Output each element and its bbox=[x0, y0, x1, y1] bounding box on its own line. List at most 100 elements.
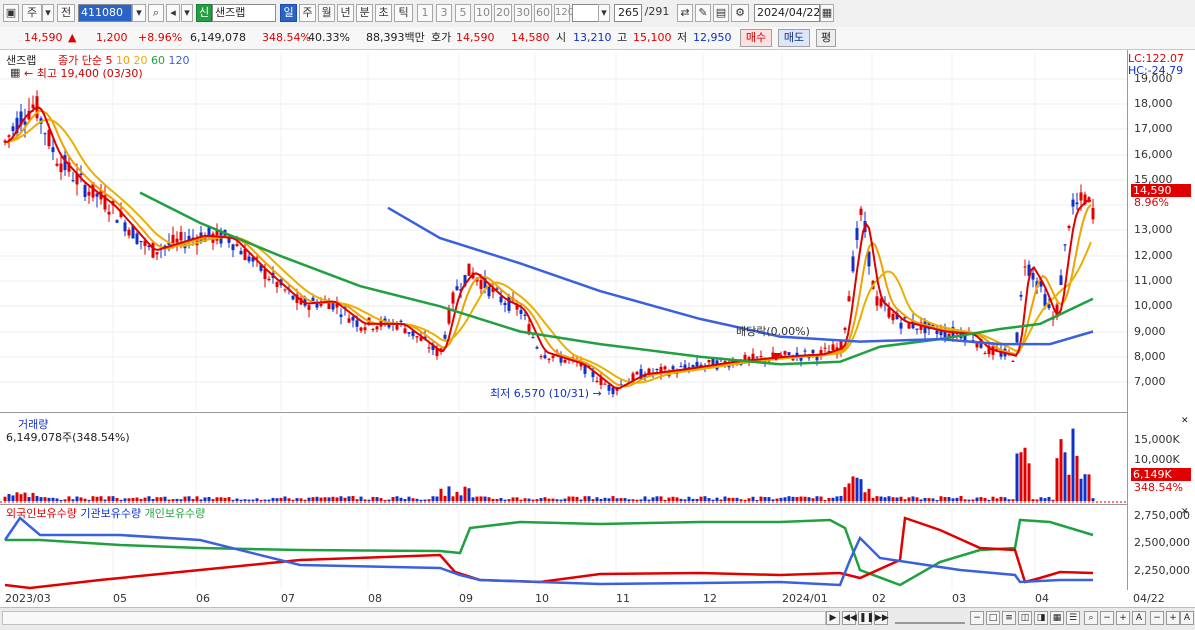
volume-bar bbox=[775, 498, 779, 501]
candle-body bbox=[347, 318, 351, 323]
minus-icon[interactable]: − bbox=[970, 611, 984, 625]
forward-icon[interactable]: ▶▶ bbox=[874, 611, 889, 625]
plus-icon[interactable]: + bbox=[1166, 611, 1180, 625]
volume-bar bbox=[223, 497, 227, 501]
volume-bar bbox=[823, 499, 827, 501]
candle-body bbox=[803, 350, 807, 352]
volume-bar bbox=[839, 495, 843, 501]
candle-body bbox=[247, 256, 251, 262]
volume-bar bbox=[39, 497, 43, 501]
volume-bar bbox=[851, 476, 855, 501]
text-icon[interactable]: A bbox=[1180, 611, 1194, 625]
box-icon[interactable]: □ bbox=[986, 611, 1000, 625]
grid-icon[interactable]: ▦ bbox=[1050, 611, 1064, 625]
lines-icon[interactable]: ≡ bbox=[1002, 611, 1016, 625]
volume-bar bbox=[691, 498, 695, 501]
volume-bar bbox=[259, 499, 263, 501]
volume-bar bbox=[923, 497, 927, 501]
volume-bar bbox=[499, 497, 503, 501]
candle-body bbox=[1031, 272, 1035, 280]
candle-body bbox=[179, 231, 183, 241]
x-tick: 04/22 bbox=[1133, 592, 1165, 605]
candle-body bbox=[291, 295, 295, 300]
volume-bar bbox=[739, 499, 743, 501]
volume-bar bbox=[207, 497, 211, 501]
chart-canvas[interactable] bbox=[0, 0, 1195, 629]
x-tick: 02 bbox=[872, 592, 886, 605]
volume-bar bbox=[1071, 428, 1075, 501]
candle-body bbox=[503, 302, 507, 306]
split2-icon[interactable]: ◨ bbox=[1034, 611, 1048, 625]
indiv-legend: 개인보유수량 bbox=[144, 507, 206, 520]
volume-bar bbox=[579, 499, 583, 501]
volume-bar bbox=[831, 497, 835, 501]
candle-body bbox=[307, 305, 311, 310]
volume-bar bbox=[495, 498, 499, 501]
volume-bar bbox=[427, 499, 431, 501]
split-icon[interactable]: ◫ bbox=[1018, 611, 1032, 625]
x-tick: 10 bbox=[535, 592, 549, 605]
volume-bar bbox=[947, 497, 951, 501]
volume-bar bbox=[563, 498, 567, 501]
candle-body bbox=[207, 227, 211, 237]
candle-body bbox=[847, 296, 851, 302]
candle-body bbox=[107, 211, 111, 215]
candle-body bbox=[359, 327, 363, 331]
candle-body bbox=[751, 353, 755, 360]
zoom-slider[interactable] bbox=[895, 612, 965, 624]
candle-body bbox=[519, 310, 523, 314]
volume-bar bbox=[439, 488, 443, 501]
volume-bar bbox=[1035, 499, 1039, 501]
calendar-icon[interactable]: ▦ bbox=[10, 66, 20, 79]
volume-bar bbox=[759, 496, 763, 501]
volume-value: 6,149,078주(348.54%) bbox=[6, 431, 130, 444]
zoom-in-icon[interactable]: + bbox=[1116, 611, 1130, 625]
volume-bar bbox=[155, 497, 159, 501]
volume-bar bbox=[1079, 478, 1083, 501]
candle-body bbox=[467, 263, 471, 276]
volume-bar bbox=[43, 497, 47, 501]
close-icon[interactable]: ✕ bbox=[1181, 416, 1189, 426]
y-tick: 8,000 bbox=[1134, 350, 1166, 363]
candle-body bbox=[399, 320, 403, 322]
candle-body bbox=[51, 147, 55, 153]
rewind-icon[interactable]: ◀◀ bbox=[842, 611, 857, 625]
zoom-out-icon[interactable]: − bbox=[1100, 611, 1114, 625]
candle-body bbox=[275, 281, 279, 288]
candle-body bbox=[351, 316, 355, 321]
volume-bar bbox=[287, 498, 291, 501]
volume-bar bbox=[507, 499, 511, 501]
volume-bar bbox=[271, 497, 275, 501]
y-tick: 13,000 bbox=[1134, 223, 1173, 236]
volume-bar bbox=[611, 496, 615, 501]
minus-icon[interactable]: − bbox=[1150, 611, 1164, 625]
search-icon[interactable]: ⌕ bbox=[1084, 611, 1098, 625]
volume-bar bbox=[459, 495, 463, 501]
volume-bar bbox=[131, 498, 135, 501]
volume-bar bbox=[607, 498, 611, 501]
candle-body bbox=[691, 365, 695, 367]
list-icon[interactable]: ☰ bbox=[1066, 611, 1080, 625]
volume-bar bbox=[643, 496, 647, 501]
x-tick: 07 bbox=[281, 592, 295, 605]
scroll-track[interactable] bbox=[2, 611, 826, 625]
pause-icon[interactable]: ❚❚ bbox=[858, 611, 874, 625]
volume-bar bbox=[727, 497, 731, 501]
candle-body bbox=[679, 366, 683, 368]
volume-bar bbox=[295, 498, 299, 501]
y-tick: 10,000 bbox=[1134, 299, 1173, 312]
volume-bar bbox=[291, 499, 295, 501]
text-icon[interactable]: A bbox=[1132, 611, 1146, 625]
volume-bar bbox=[591, 499, 595, 501]
volume-bar bbox=[1011, 499, 1015, 501]
volume-bar bbox=[571, 496, 575, 501]
volume-bar bbox=[915, 497, 919, 501]
candle-body bbox=[843, 327, 847, 330]
play-icon[interactable]: ▶ bbox=[826, 611, 840, 625]
volume-bar bbox=[107, 496, 111, 501]
volume-bar bbox=[371, 496, 375, 501]
volume-bar bbox=[951, 498, 955, 501]
candle-body bbox=[1075, 202, 1079, 205]
close-icon[interactable]: ✕ bbox=[1181, 507, 1189, 517]
volume-bar bbox=[623, 498, 627, 501]
